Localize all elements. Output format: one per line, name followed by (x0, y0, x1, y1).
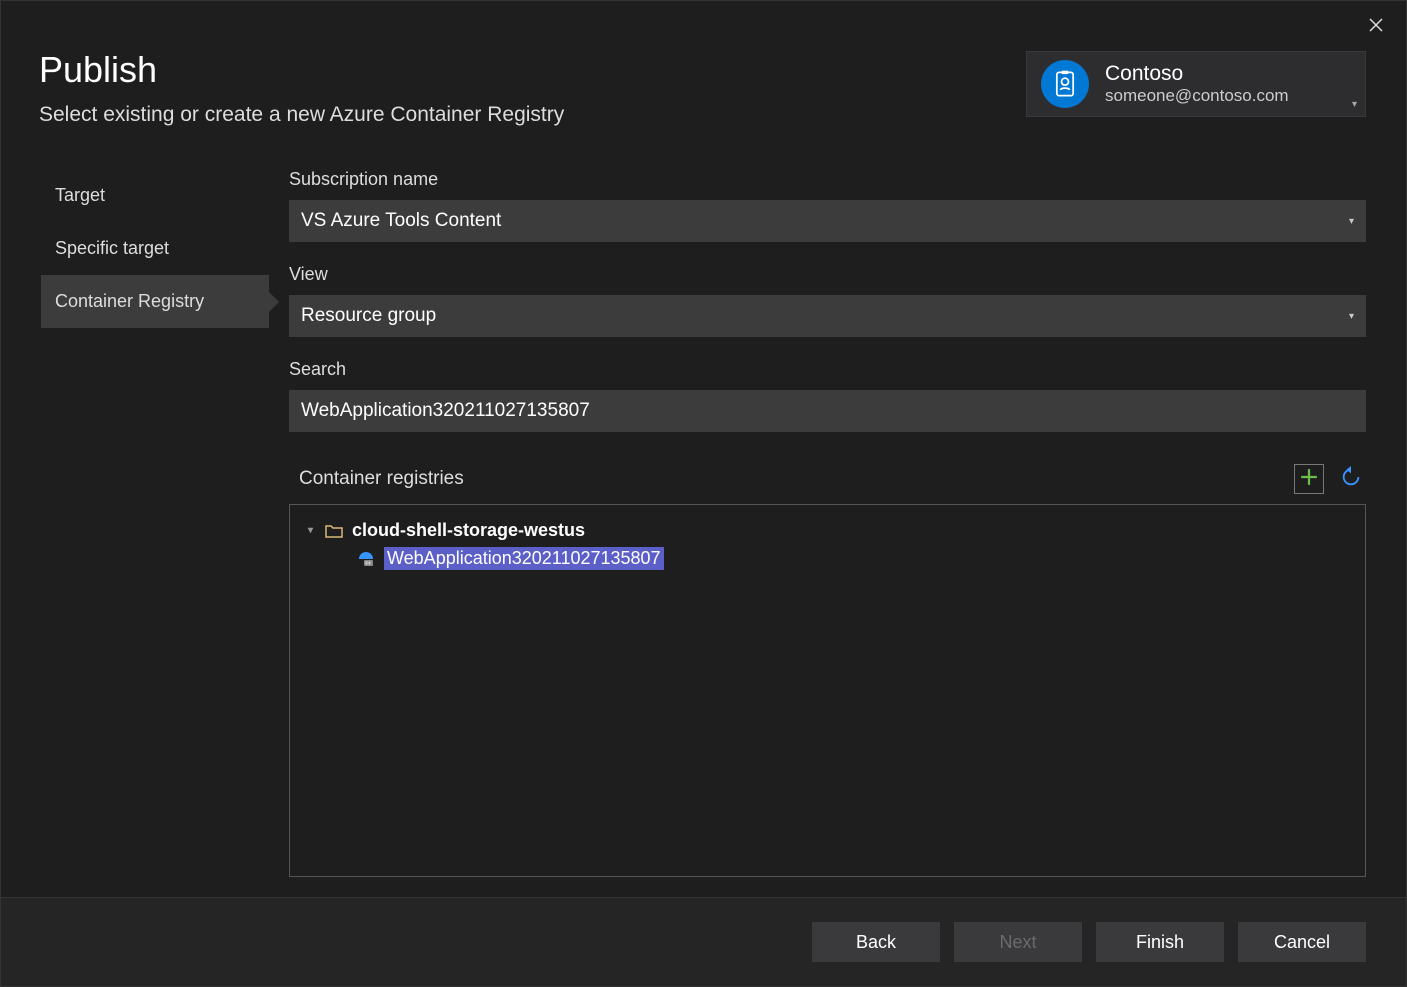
tree-item-label: WebApplication320211027135807 (384, 547, 664, 570)
page-title: Publish (39, 49, 564, 91)
finish-label: Finish (1136, 932, 1184, 953)
sidebar-item-target[interactable]: Target (41, 169, 269, 222)
close-area (1, 1, 1406, 43)
registries-header: Container registries (289, 464, 1366, 494)
account-badge-icon (1041, 60, 1089, 108)
chevron-down-icon: ▾ (1352, 99, 1357, 110)
cancel-button[interactable]: Cancel (1238, 922, 1366, 962)
create-new-button[interactable] (1294, 464, 1324, 494)
form-content: Subscription name VS Azure Tools Content… (289, 169, 1366, 877)
sidebar-item-label: Container Registry (55, 291, 204, 311)
chevron-down-icon: ▾ (1349, 311, 1354, 322)
plus-icon (1300, 468, 1318, 490)
tree-group[interactable]: ▾ cloud-shell-storage-westus (300, 517, 1355, 544)
refresh-icon (1340, 466, 1362, 492)
chevron-down-icon: ▾ (1349, 216, 1354, 227)
wizard-steps: Target Specific target Container Registr… (41, 169, 269, 877)
next-label: Next (999, 932, 1036, 953)
view-value: Resource group (301, 305, 436, 327)
dialog-footer: Back Next Finish Cancel (1, 897, 1406, 986)
close-icon (1368, 16, 1384, 39)
cancel-label: Cancel (1274, 932, 1330, 953)
search-value: WebApplication320211027135807 (301, 400, 590, 422)
close-button[interactable] (1358, 11, 1394, 43)
registries-title: Container registries (289, 468, 464, 490)
sidebar-item-specific-target[interactable]: Specific target (41, 222, 269, 275)
dialog-body: Target Specific target Container Registr… (1, 147, 1406, 877)
tree-group-label: cloud-shell-storage-westus (352, 520, 585, 541)
registries-actions (1294, 464, 1366, 494)
subscription-value: VS Azure Tools Content (301, 210, 501, 232)
account-picker[interactable]: Contoso someone@contoso.com ▾ (1026, 51, 1366, 117)
back-button[interactable]: Back (812, 922, 940, 962)
next-button: Next (954, 922, 1082, 962)
sidebar-item-label: Target (55, 185, 105, 205)
folder-icon (324, 521, 344, 541)
account-text: Contoso someone@contoso.com (1105, 62, 1289, 106)
account-email: someone@contoso.com (1105, 86, 1289, 106)
refresh-button[interactable] (1336, 464, 1366, 494)
subscription-select[interactable]: VS Azure Tools Content ▾ (289, 200, 1366, 242)
container-registry-icon (356, 549, 376, 569)
tree-item-selected[interactable]: WebApplication320211027135807 (300, 544, 1355, 573)
dialog-header: Publish Select existing or create a new … (1, 43, 1406, 147)
back-label: Back (856, 932, 896, 953)
registries-tree[interactable]: ▾ cloud-shell-storage-westus WebApplicat… (289, 504, 1366, 877)
view-label: View (289, 264, 1366, 285)
finish-button[interactable]: Finish (1096, 922, 1224, 962)
sidebar-item-label: Specific target (55, 238, 169, 258)
account-company: Contoso (1105, 62, 1289, 86)
expander-icon[interactable]: ▾ (304, 525, 316, 536)
search-label: Search (289, 359, 1366, 380)
view-select[interactable]: Resource group ▾ (289, 295, 1366, 337)
search-input[interactable]: WebApplication320211027135807 (289, 390, 1366, 432)
page-subtitle: Select existing or create a new Azure Co… (39, 103, 564, 127)
subscription-label: Subscription name (289, 169, 1366, 190)
sidebar-item-container-registry[interactable]: Container Registry (41, 275, 269, 328)
publish-dialog: Publish Select existing or create a new … (0, 0, 1407, 987)
header-titles: Publish Select existing or create a new … (39, 49, 564, 127)
